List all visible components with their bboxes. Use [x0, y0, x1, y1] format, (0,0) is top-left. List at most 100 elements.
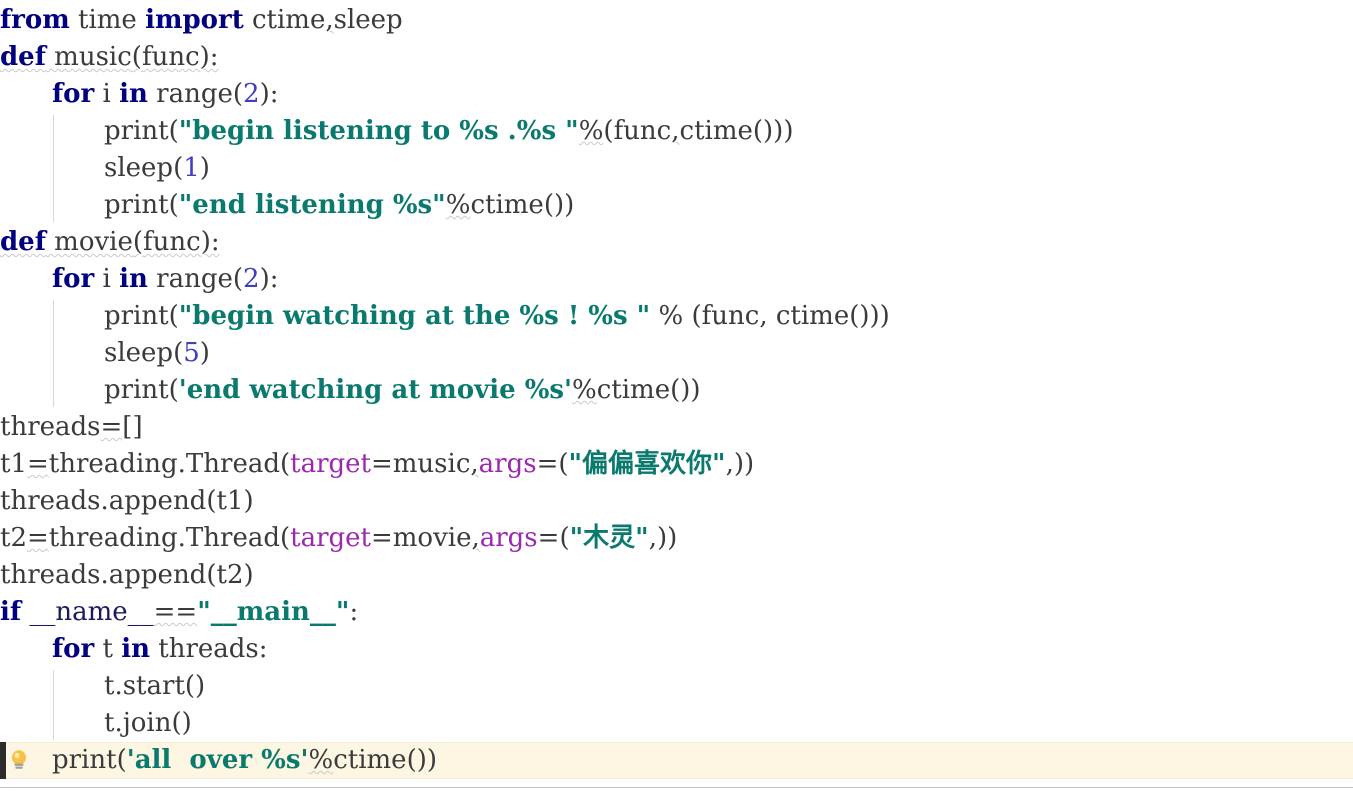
code-token: ): [259, 79, 279, 109]
code-token: func [143, 227, 201, 257]
code-token: range [147, 79, 233, 109]
code-token: in [119, 264, 148, 294]
code-token: . [177, 449, 186, 479]
code-token: for [52, 634, 95, 664]
code-line[interactable]: t.start() [0, 668, 1353, 705]
code-token: =( [537, 523, 570, 553]
code-token: sleep [333, 5, 403, 35]
code-token: ( [232, 264, 244, 294]
code-token: print [104, 190, 169, 220]
code-token: . [177, 523, 186, 553]
code-token: append [108, 560, 207, 590]
code-line[interactable]: sleep(5) [0, 335, 1353, 372]
code-line[interactable]: for t in threads: [0, 631, 1353, 668]
code-line[interactable]: t1=threading.Thread(target=music,args=("… [0, 446, 1353, 483]
code-token: ctime [775, 301, 850, 331]
code-token: . [100, 486, 109, 516]
code-token: def [0, 227, 46, 257]
code-token: ()) [406, 745, 437, 775]
code-token: t1 [0, 449, 27, 479]
code-token: 'all over %s' [126, 745, 309, 775]
code-token: "begin watching at the %s ! %s " [178, 301, 651, 331]
code-token: threads [0, 412, 101, 442]
code-token: print [52, 745, 117, 775]
code-token: ): [259, 264, 279, 294]
code-token: append [108, 486, 207, 516]
code-token: Thread [185, 449, 280, 479]
code-token: . [114, 708, 123, 738]
code-token: print [104, 301, 169, 331]
code-token: 2 [243, 264, 260, 294]
code-token: ctime [596, 375, 671, 405]
code-token: threads [0, 486, 101, 516]
code-token: ) [243, 486, 254, 516]
code-token: ): [200, 227, 220, 257]
code-token: threads [0, 560, 101, 590]
code-token: ) [199, 338, 210, 368]
code-token: [] [122, 412, 143, 442]
code-token: time [69, 5, 146, 35]
code-line[interactable]: print("end listening %s"%ctime()) [0, 187, 1353, 224]
code-token: 'end watching at movie %s' [178, 375, 573, 405]
code-token: , [325, 5, 334, 35]
code-line[interactable]: def movie(func): [0, 224, 1353, 261]
code-token: % ( [650, 301, 702, 331]
code-token: print [104, 375, 169, 405]
code-token: ( [132, 227, 144, 257]
code-token: args [479, 523, 538, 553]
code-token: t2 [216, 560, 244, 590]
bottom-separator [0, 787, 1353, 788]
code-token: sleep [104, 153, 174, 183]
code-token: ( [603, 116, 614, 146]
code-line[interactable]: if __name__=="__main__": [0, 594, 1353, 631]
code-token: ): [199, 42, 219, 72]
code-token: ( [206, 560, 217, 590]
code-token: func [141, 42, 200, 72]
code-line[interactable]: print('end watching at movie %s'%ctime()… [0, 372, 1353, 409]
code-line[interactable]: threads.append(t1) [0, 483, 1353, 520]
code-token: ctime [243, 5, 326, 35]
code-line[interactable]: for i in range(2): [0, 76, 1353, 113]
code-token: def [0, 42, 46, 72]
code-line[interactable]: print('all over %s'%ctime()) [0, 742, 1353, 779]
code-line[interactable]: sleep(1) [0, 150, 1353, 187]
code-line[interactable]: for i in range(2): [0, 261, 1353, 298]
code-line[interactable]: threads.append(t2) [0, 557, 1353, 594]
code-token: , [470, 449, 479, 479]
code-line[interactable]: print("begin watching at the %s ! %s " %… [0, 298, 1353, 335]
code-token: from [0, 5, 70, 35]
code-token: ) [243, 560, 254, 590]
code-token: = [100, 412, 123, 442]
code-token: music [45, 42, 132, 72]
code-line[interactable]: def music(func): [0, 39, 1353, 76]
code-line[interactable]: t.join() [0, 705, 1353, 742]
code-token: 1 [183, 153, 200, 183]
code-token: in [121, 634, 150, 664]
code-line[interactable]: print("begin listening to %s .%s "%(func… [0, 113, 1353, 150]
code-token: target [290, 449, 371, 479]
code-line[interactable]: threads=[] [0, 409, 1353, 446]
code-token: t [104, 671, 115, 701]
code-token: sleep [104, 338, 174, 368]
code-token: ( [173, 338, 184, 368]
code-line[interactable]: t2=threading.Thread(target=movie,args=("… [0, 520, 1353, 557]
code-line[interactable]: from time import ctime,sleep [0, 2, 1353, 39]
code-token: "__main__" [197, 597, 350, 627]
code-token: for [52, 264, 95, 294]
code-token: ( [168, 190, 179, 220]
code-token: () [184, 671, 206, 701]
code-token: == [153, 597, 198, 627]
code-token: , [671, 116, 680, 146]
code-token: ( [168, 301, 179, 331]
code-token: ( [279, 449, 291, 479]
code-token: join [122, 708, 172, 738]
code-token: ctime [333, 745, 407, 775]
code-token: threading [48, 449, 178, 479]
code-token: ( [168, 116, 179, 146]
code-token: in [119, 79, 148, 109]
code-token: func [701, 301, 760, 331]
code-token: ctime [679, 116, 753, 146]
code-token: ()) [543, 190, 575, 220]
code-token: ( [131, 42, 142, 72]
code-editor[interactable]: from time import ctime,sleep def music(fu… [0, 0, 1353, 797]
